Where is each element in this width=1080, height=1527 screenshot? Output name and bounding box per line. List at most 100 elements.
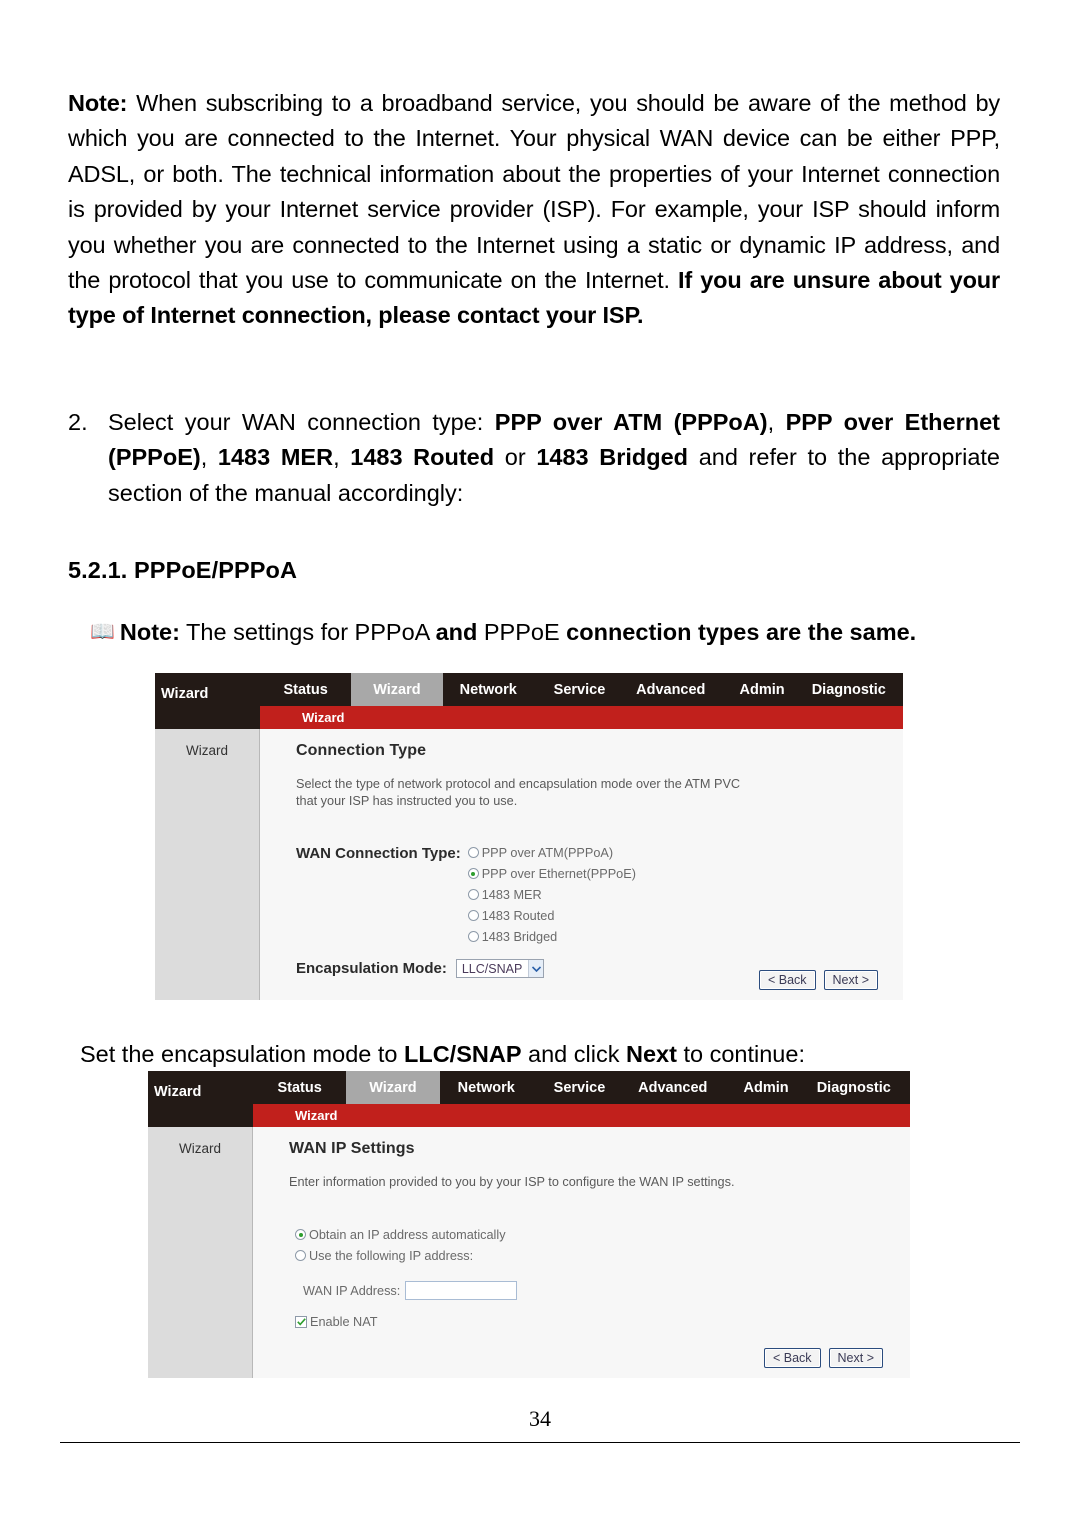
subnav-spacer: [148, 1104, 253, 1127]
li-text-2: ,: [767, 409, 786, 435]
tab-diagnostic[interactable]: Diagnostic: [808, 673, 903, 706]
tab-advanced[interactable]: Advanced: [626, 1071, 719, 1104]
wan-ip-address-field: WAN IP Address:: [303, 1281, 910, 1300]
radio-ppp-over-ethernet[interactable]: PPP over Ethernet(PPPoE): [467, 863, 636, 884]
encapsulation-mode-select[interactable]: LLC/SNAP: [455, 959, 545, 978]
router-sidenav: Wizard: [148, 1127, 253, 1378]
section-heading: 5.2.1. PPPoE/PPPoA: [68, 557, 298, 583]
router-subnav: Wizard: [155, 706, 903, 729]
back-button[interactable]: < Back: [758, 970, 816, 990]
radio-label: PPP over ATM(PPPoA): [481, 845, 614, 860]
radio-label: 1483 MER: [481, 887, 542, 902]
li-text-1: Select your WAN connection type:: [108, 409, 495, 435]
book-note-bold-1: and: [435, 619, 478, 645]
wizard-button-row: < Back Next >: [758, 970, 878, 990]
note-body: When subscribing to a broadband service,…: [68, 90, 1000, 294]
back-button[interactable]: < Back: [763, 1348, 821, 1368]
radio-obtain-ip-automatically[interactable]: Obtain an IP address automatically: [295, 1224, 910, 1245]
router-brand: Wizard: [154, 1084, 202, 1100]
wan-connection-type-label: WAN Connection Type:: [296, 845, 461, 862]
note-paragraph: Note: When subscribing to a broadband se…: [68, 86, 1000, 334]
tab-advanced[interactable]: Advanced: [625, 673, 716, 706]
li-bold-4: 1483 Routed: [350, 444, 495, 471]
screenshot-wan-ip-settings: Wizard Status Wizard Network Service Adv…: [148, 1071, 910, 1378]
radio-label: 1483 Bridged: [481, 929, 558, 944]
note-lead: Note:: [68, 90, 128, 116]
panel-title: WAN IP Settings: [289, 1140, 415, 1157]
radio-indicator: [467, 847, 479, 858]
tab-service[interactable]: Service: [534, 673, 625, 706]
tab-diagnostic[interactable]: Diagnostic: [813, 1071, 910, 1104]
enable-nat-label: Enable NAT: [310, 1315, 378, 1329]
radio-use-following-ip[interactable]: Use the following IP address:: [295, 1245, 910, 1266]
tab-service[interactable]: Service: [533, 1071, 626, 1104]
wan-connection-type-field: WAN Connection Type: PPP over ATM(PPPoA)…: [296, 842, 903, 947]
enable-nat-checkbox[interactable]: Enable NAT: [295, 1315, 910, 1329]
panel-title: Connection Type: [296, 742, 427, 759]
li-bold-5: 1483 Bridged: [536, 444, 689, 471]
radio-indicator: [467, 889, 479, 900]
footer-divider: [60, 1442, 1020, 1443]
list-item-body: Select your WAN connection type: PPP ove…: [108, 405, 1000, 511]
radio-indicator: [467, 910, 479, 921]
radio-1483-routed[interactable]: 1483 Routed: [467, 905, 636, 926]
encapsulation-instruction: Set the encapsulation mode to LLC/SNAP a…: [80, 1038, 1010, 1070]
router-tab-list: Status Wizard Network Service Advanced A…: [253, 1071, 910, 1104]
router-navbar: Wizard Status Wizard Network Service Adv…: [155, 673, 903, 706]
encap-bold-1: LLC/SNAP: [404, 1041, 522, 1067]
radio-ppp-over-atm[interactable]: PPP over ATM(PPPoA): [467, 842, 636, 863]
page-number: 34: [529, 1406, 551, 1431]
router-tab-list: Status Wizard Network Service Advanced A…: [260, 673, 903, 706]
next-button[interactable]: Next >: [823, 970, 878, 990]
radio-indicator-selected: [295, 1229, 306, 1240]
encap-bold-2: Next: [626, 1041, 677, 1067]
sidenav-item-wizard[interactable]: Wizard: [148, 1141, 252, 1156]
radio-indicator-selected: [467, 868, 479, 879]
tab-status[interactable]: Status: [253, 1071, 346, 1104]
book-note: 📖 Note: The settings for PPPoA and PPPoE …: [90, 616, 1010, 650]
wan-connection-type-radiogroup: PPP over ATM(PPPoA) PPP over Ethernet(PP…: [467, 842, 636, 947]
router-subnav: Wizard: [148, 1104, 910, 1127]
tab-admin[interactable]: Admin: [716, 673, 807, 706]
radio-1483-mer[interactable]: 1483 MER: [467, 884, 636, 905]
radio-1483-bridged[interactable]: 1483 Bridged: [467, 926, 636, 947]
radio-indicator: [467, 931, 479, 942]
radio-label: PPP over Ethernet(PPPoE): [481, 866, 636, 881]
tab-status[interactable]: Status: [260, 673, 351, 706]
sidenav-item-wizard[interactable]: Wizard: [155, 743, 259, 758]
checkmark-icon: [295, 1316, 307, 1328]
li-text-5: or: [494, 444, 537, 471]
radio-label: Use the following IP address:: [309, 1248, 474, 1263]
radio-label: 1483 Routed: [481, 908, 555, 923]
li-bold-3: 1483 MER: [217, 444, 334, 471]
encapsulation-mode-label: Encapsulation Mode:: [296, 960, 447, 977]
book-icon: 📖: [90, 621, 115, 643]
router-main-panel: Connection Type Select the type of netwo…: [260, 729, 903, 1000]
next-button[interactable]: Next >: [828, 1348, 883, 1368]
tab-admin[interactable]: Admin: [719, 1071, 812, 1104]
router-sidenav: Wizard: [155, 729, 260, 1000]
wizard-button-row: < Back Next >: [763, 1348, 883, 1368]
tab-network[interactable]: Network: [443, 673, 534, 706]
book-note-bold-2: connection types are the same.: [566, 619, 917, 645]
router-body: Wizard WAN IP Settings Enter information…: [148, 1127, 910, 1378]
panel-description: Enter information provided to you by you…: [289, 1175, 735, 1189]
ip-mode-radiogroup: Obtain an IP address automatically Use t…: [295, 1224, 910, 1266]
encap-text-2: and click: [521, 1041, 626, 1067]
encap-text-1: Set the encapsulation mode to: [80, 1041, 404, 1067]
subnav-spacer: [155, 706, 260, 729]
router-navbar: Wizard Status Wizard Network Service Adv…: [148, 1071, 910, 1104]
list-item-number: 2.: [68, 409, 88, 435]
wan-ip-address-label: WAN IP Address:: [303, 1283, 401, 1298]
tab-network[interactable]: Network: [440, 1071, 533, 1104]
tab-wizard[interactable]: Wizard: [346, 1071, 440, 1104]
subnav-item-wizard[interactable]: Wizard: [253, 1104, 910, 1127]
router-brand: Wizard: [161, 686, 209, 702]
tab-wizard[interactable]: Wizard: [351, 673, 443, 706]
subnav-item-wizard[interactable]: Wizard: [260, 706, 903, 729]
document-page: Note: When subscribing to a broadband se…: [0, 0, 1080, 1527]
book-note-text-1: The settings for PPPoA: [179, 619, 436, 645]
wan-ip-address-input[interactable]: [405, 1281, 518, 1300]
book-note-lead: Note:: [119, 619, 180, 645]
panel-description: Select the type of network protocol and …: [296, 777, 741, 808]
